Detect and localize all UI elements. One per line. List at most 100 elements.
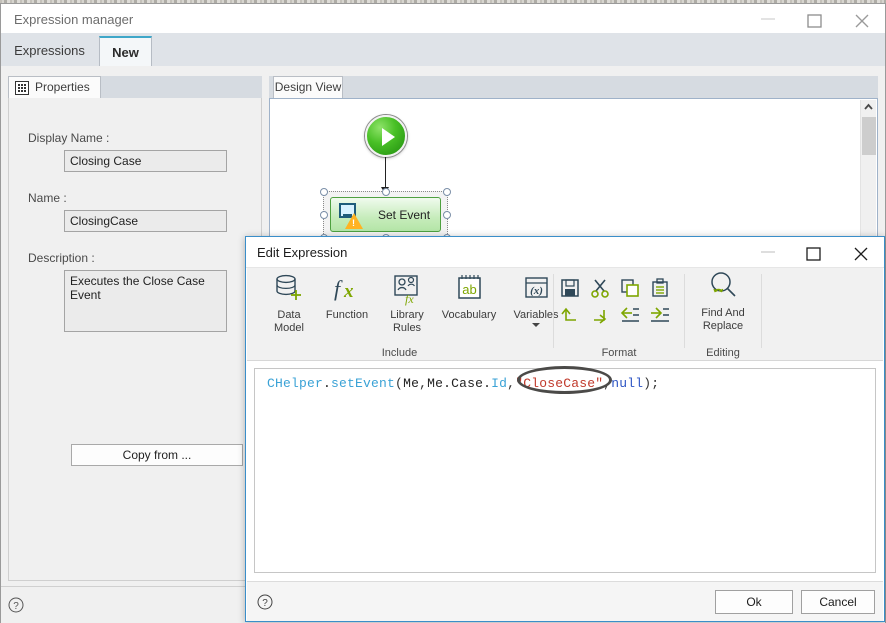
main-tabstrip: Expressions New: [1, 33, 885, 67]
code-token: .: [443, 376, 452, 391]
ribbon-group-title: Editing: [706, 347, 740, 359]
code-token: ,: [419, 376, 428, 391]
ribbon-function-button[interactable]: f x Function: [317, 272, 377, 322]
ribbon-vocabulary-button[interactable]: ab Vocabulary: [433, 272, 505, 322]
code-token: Id: [491, 376, 508, 391]
resize-handle[interactable]: [443, 188, 451, 196]
properties-body: Display Name : Closing Case Name : Closi…: [8, 98, 262, 581]
display-name-label: Display Name :: [28, 131, 110, 145]
name-input[interactable]: ClosingCase: [64, 210, 227, 232]
svg-text:(x): (x): [530, 285, 543, 297]
cancel-button[interactable]: Cancel: [801, 590, 875, 614]
svg-text:ab: ab: [462, 282, 476, 297]
find-replace-icon: [704, 270, 742, 304]
ribbon-label: Find And: [701, 307, 745, 319]
tab-design-view[interactable]: Design View: [273, 76, 343, 98]
ribbon-library-rules-button[interactable]: fx Library Rules: [381, 272, 433, 335]
help-icon[interactable]: ?: [8, 597, 24, 613]
main-titlebar: Expression manager: [1, 4, 885, 33]
svg-text:?: ?: [13, 601, 19, 612]
maximize-icon[interactable]: [791, 237, 837, 267]
close-icon[interactable]: [839, 4, 885, 33]
variables-icon: (x): [517, 272, 555, 306]
code-token: null: [611, 376, 644, 391]
warning-icon: [345, 213, 363, 229]
ribbon-group-format: Format: [554, 268, 684, 361]
svg-text:?: ?: [262, 598, 268, 609]
tab-properties[interactable]: Properties: [8, 76, 101, 98]
edit-expression-dialog: Edit Expression Data Model f x Function …: [245, 236, 885, 622]
ribbon-group-title: Include: [381, 347, 418, 359]
resize-handle[interactable]: [320, 188, 328, 196]
save-icon[interactable]: [560, 278, 582, 300]
close-icon[interactable]: [838, 237, 884, 267]
description-input[interactable]: Executes the Close Case Event: [64, 270, 227, 332]
ribbon-data-model-button[interactable]: Data Model: [264, 272, 314, 335]
copy-from-button[interactable]: Copy from ...: [71, 444, 243, 466]
ribbon-label: Library: [390, 309, 424, 321]
ribbon-label: Rules: [392, 322, 422, 334]
svg-text:f: f: [334, 276, 343, 301]
undo-icon[interactable]: [560, 304, 582, 326]
main-window-title: Expression manager: [14, 12, 134, 27]
dialog-ribbon: Data Model f x Function fx Library Rules…: [247, 268, 883, 361]
help-icon[interactable]: ?: [257, 594, 273, 610]
outdent-icon[interactable]: [620, 304, 642, 326]
scrollbar-thumb[interactable]: [862, 117, 876, 155]
maximize-icon[interactable]: [792, 4, 838, 33]
ribbon-label: Model: [274, 322, 304, 334]
properties-tabrow: Properties: [8, 76, 262, 98]
dialog-titlebar: Edit Expression: [246, 237, 884, 268]
code-token: .: [483, 376, 492, 391]
paste-icon[interactable]: [650, 278, 672, 300]
flow-connector: [385, 157, 386, 191]
design-tabrow: Design View: [269, 76, 878, 98]
code-token: ,: [507, 376, 516, 391]
expression-editor[interactable]: CHelper.setEvent(Me,Me.Case.Id,"CloseCas…: [254, 368, 876, 573]
resize-handle[interactable]: [443, 211, 451, 219]
play-icon[interactable]: [365, 115, 407, 157]
code-token: (: [395, 376, 404, 391]
minimize-icon[interactable]: [745, 4, 791, 33]
node-set-event[interactable]: Set Event: [330, 197, 441, 232]
dialog-bottom-bar: ? Ok Cancel: [247, 581, 883, 621]
ribbon-group-title: Format: [601, 347, 637, 359]
copy-icon[interactable]: [620, 278, 642, 300]
library-rules-icon: fx: [388, 272, 426, 306]
tab-new[interactable]: New: [99, 36, 152, 66]
code-token: CHelper: [267, 376, 324, 391]
svg-text:fx: fx: [405, 292, 414, 306]
code-token: Me: [427, 376, 444, 391]
properties-pane: Properties Display Name : Closing Case N…: [8, 76, 262, 581]
vocabulary-icon: ab: [450, 272, 488, 306]
cut-icon[interactable]: [590, 278, 612, 300]
properties-icon: [15, 81, 29, 95]
ribbon-label: Function: [325, 309, 369, 321]
code-token: setEvent: [331, 376, 396, 391]
chevron-down-icon[interactable]: [532, 323, 540, 327]
minimize-icon[interactable]: [745, 237, 791, 267]
ribbon-group-editing: Find And Replace Editing: [685, 268, 761, 361]
ribbon-group-include: Data Model f x Function fx Library Rules…: [247, 268, 559, 361]
node-label: Set Event: [378, 208, 431, 222]
properties-tab-label: Properties: [35, 80, 90, 94]
ribbon-label: Data: [277, 309, 301, 321]
code-token: Me: [403, 376, 420, 391]
code-token: .: [323, 376, 332, 391]
display-name-input[interactable]: Closing Case: [64, 150, 227, 172]
tab-expressions[interactable]: Expressions: [1, 36, 98, 66]
description-label: Description :: [28, 251, 95, 265]
indent-icon[interactable]: [650, 304, 672, 326]
ribbon-label: Vocabulary: [441, 309, 497, 321]
chevron-up-icon[interactable]: [861, 100, 876, 116]
svg-text:x: x: [343, 281, 354, 302]
find-and-replace-button[interactable]: Find And Replace: [689, 270, 757, 333]
annotation-ellipse: [517, 366, 612, 394]
ok-button[interactable]: Ok: [715, 590, 793, 614]
code-token: Case: [451, 376, 484, 391]
resize-handle[interactable]: [320, 211, 328, 219]
name-label: Name :: [28, 191, 67, 205]
resize-handle[interactable]: [382, 188, 390, 196]
database-add-icon: [270, 272, 308, 306]
redo-icon[interactable]: [590, 304, 612, 326]
